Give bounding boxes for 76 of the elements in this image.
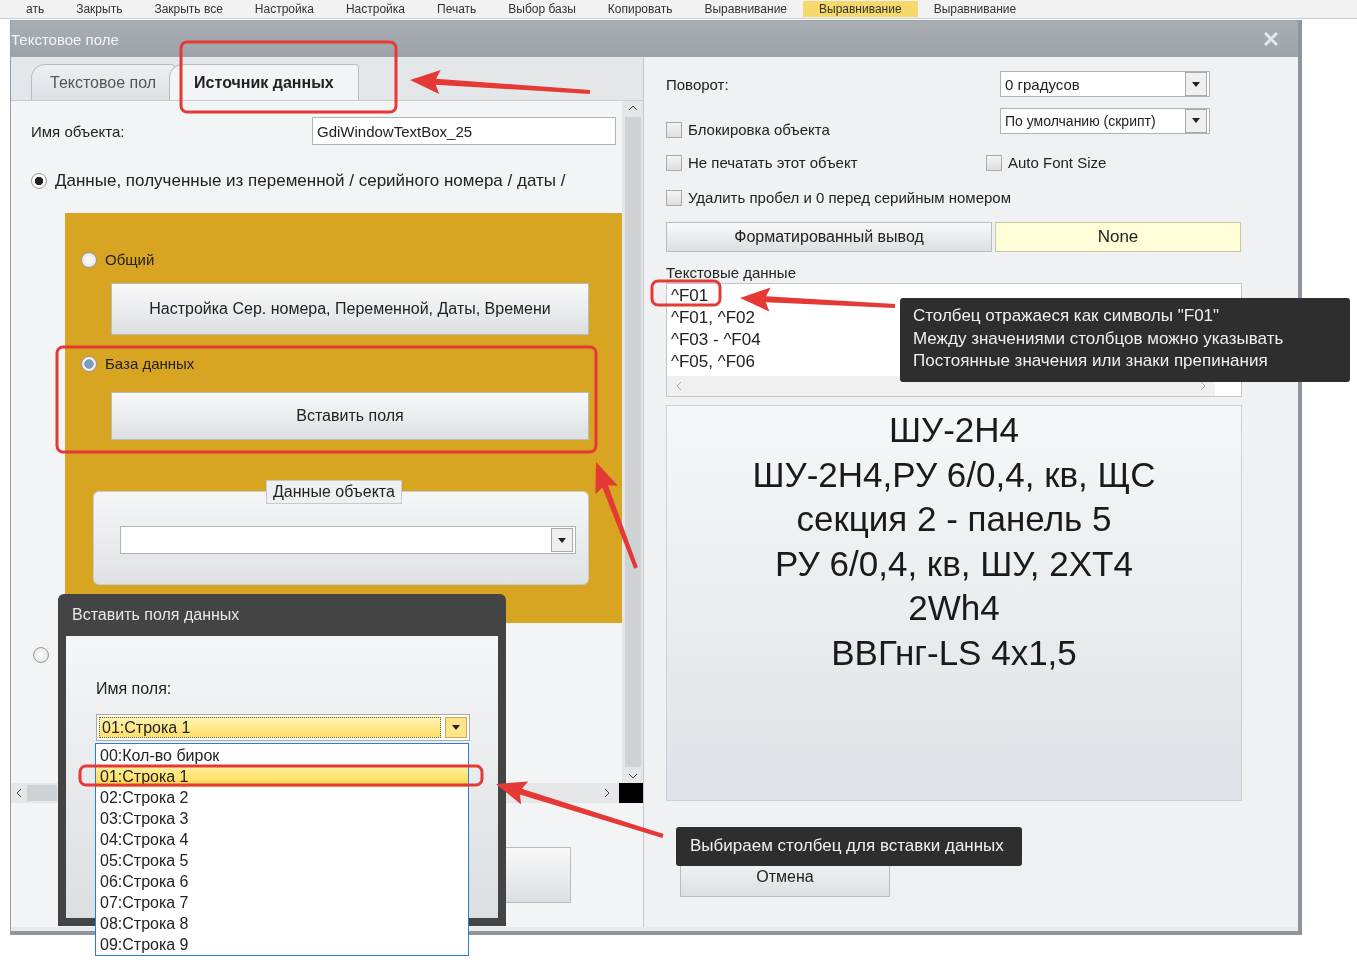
chevron-right-icon[interactable] [603,788,611,798]
dropdown-option[interactable]: 03:Строка 3 [96,808,468,829]
toolbar-item[interactable]: Выравнивание [803,1,918,17]
chevron-down-icon[interactable] [627,773,638,779]
vertical-scrollbar[interactable] [622,101,643,783]
text-data-line: ^F03 - ^F04 [671,329,761,351]
text-data-line: ^F05, ^F06 [671,351,755,373]
serial-settings-button[interactable]: Настройка Сер. номера, Переменной, Даты, Времени [111,283,589,335]
chevron-left-icon[interactable] [15,788,23,798]
text-data-label: Текстовые данные [666,264,797,281]
window-title: Текстовое поле [11,30,119,48]
checkbox-label: Auto Font Size [1008,154,1107,171]
annotation-frame [650,279,722,307]
radio-label: Общий [105,251,155,268]
dropdown-option[interactable]: 05:Строка 5 [96,850,468,871]
dropdown-option[interactable]: 09:Строка 9 [96,934,468,955]
dropdown-caret-icon[interactable] [1185,72,1207,96]
chevron-up-icon[interactable] [627,105,638,111]
preview-text: ШУ-2Н4,РУ 6/0,4, кв, ЩС [752,454,1156,494]
rotation-label: Поворот: [666,75,729,93]
dialog-title: Вставить поля данных [71,605,241,625]
checkbox[interactable] [666,154,682,171]
dropdown-option[interactable]: 02:Строка 2 [96,787,468,808]
toolbar-item[interactable]: Настройка [329,1,421,17]
toolbar-item[interactable]: Настройка [238,1,330,17]
object-name-field[interactable]: GdiWindowTextBox_25 [312,117,616,145]
preview-text: ШУ-2Н4 [888,410,1020,449]
dropdown-caret-icon[interactable] [551,528,573,552]
group-legend: Данные объекта [266,480,402,504]
dropdown-caret-icon[interactable] [1185,108,1207,133]
scrollbar-thumb[interactable] [27,785,57,801]
dropdown-caret-icon[interactable] [445,717,467,738]
checkbox-label: Блокировка объекта [688,121,830,138]
field-name-label: Имя поля: [96,680,173,698]
tab[interactable]: Источник данных [169,64,359,100]
callout-text: Столбец отражаеся как символы "F01" [913,305,1220,327]
dropdown-option[interactable]: 04:Строка 4 [96,829,468,850]
radio-label: Данные, полученные из переменной / серийного номера / даты / [55,171,566,191]
checkbox[interactable] [666,189,682,206]
rotation-dropdown[interactable]: 0 градусов [1000,71,1210,97]
radio-button[interactable] [81,355,97,372]
tab[interactable]: Текстовое пол [31,64,176,100]
format-value: None [995,222,1241,252]
formatted-output-button[interactable]: Форматированный вывод [666,222,992,252]
object-name-label: Имя объекта: [31,122,125,140]
toolbar-item[interactable]: Копировать [591,1,689,17]
dropdown-option[interactable]: 00:Кол-во бирок [96,745,468,766]
radio-button[interactable] [31,173,47,189]
scrollbar-thumb[interactable] [624,117,641,767]
preview-text: ВВГнг-LS 4x1,5 [831,632,1077,672]
toolbar-item[interactable]: Закрыть все [138,1,239,17]
toolbar-item[interactable]: Выбор базы [492,1,592,17]
preview-text: секция 2 - панель 5 [796,499,1112,538]
toolbar-item[interactable]: Выравнивание [917,1,1033,17]
dropdown-option[interactable]: 07:Строка 7 [96,892,468,913]
checkbox-label: Удалить пробел и 0 перед серийным номером [688,189,1011,206]
toolbar-item[interactable]: Закрыть [60,1,139,17]
toolbar-item[interactable]: Выравнивание [688,1,803,17]
toolbar-item[interactable]: Печать [421,1,493,17]
checkbox[interactable] [666,121,682,138]
radio-button[interactable] [33,647,49,663]
script-dropdown[interactable]: По умолчанию (скрипт) [1000,107,1210,134]
preview-text: 2Wh4 [908,588,1000,627]
close-icon[interactable] [1264,32,1278,46]
dropdown-option[interactable]: 08:Строка 8 [96,913,468,934]
text-data-line: ^F01 [671,285,709,307]
field-name-dropdown[interactable]: 01:Строка 1 [96,714,470,741]
preview-text: РУ 6/0,4, кв, ШУ, 2ХТ4 [775,543,1133,583]
radio-button[interactable] [81,251,97,268]
dropdown-option[interactable]: 06:Строка 6 [96,871,468,892]
checkbox[interactable] [986,154,1002,171]
text-data-line: ^F01, ^F02 [671,307,755,329]
insert-fields-button[interactable]: Вставить поля [111,392,589,440]
checkbox-label: Не печатать этот объект [688,154,858,171]
toolbar-item[interactable]: ать [10,1,61,17]
radio-label: База данных [105,355,195,372]
